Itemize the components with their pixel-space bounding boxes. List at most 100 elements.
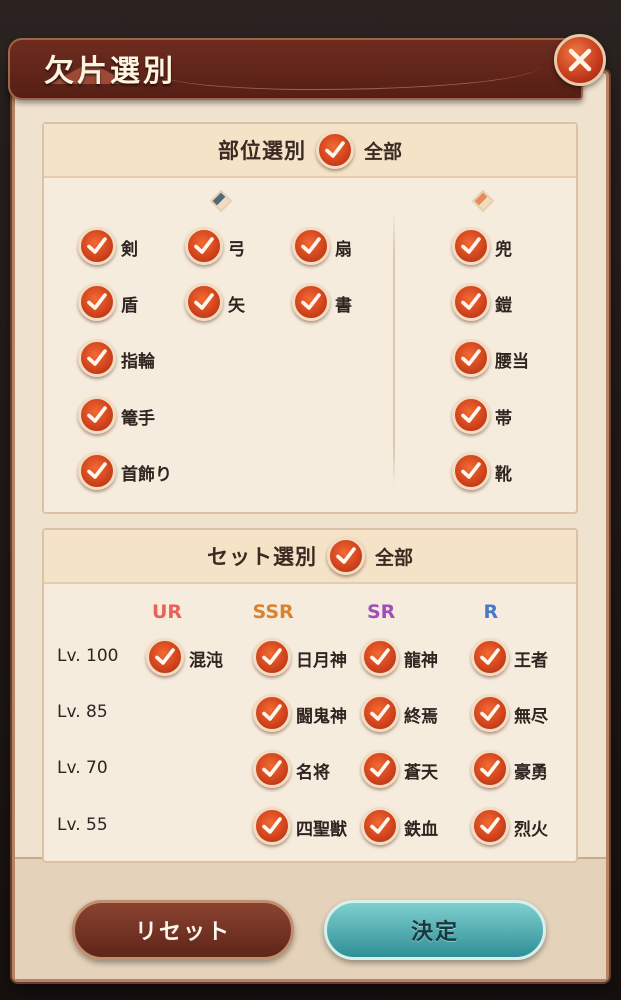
part-all-label: 全部 [363, 140, 402, 163]
checkmark-icon [370, 704, 390, 721]
armor-1-checkbox[interactable] [452, 283, 490, 321]
set-sr-1-checkbox[interactable] [361, 694, 399, 732]
checkmark-icon [325, 141, 345, 158]
checkmark-icon [87, 293, 107, 310]
weapon-4-label: 矢 [228, 296, 245, 316]
checkmark-icon [461, 293, 481, 310]
checkmark-icon [262, 648, 282, 665]
set-ssr-3-label: 四聖獣 [296, 820, 347, 840]
close-x-icon [568, 48, 592, 72]
weapon-5-checkbox[interactable] [292, 283, 330, 321]
set-all-checkbox[interactable] [326, 537, 365, 575]
rarity-ur-header: UR [152, 601, 183, 623]
armor-0-checkbox[interactable] [452, 227, 490, 265]
rarity-sr-header: SR [367, 601, 396, 623]
checkmark-icon [194, 237, 214, 254]
part-filter-title: 部位選別 [217, 139, 306, 163]
checkmark-icon [262, 704, 282, 721]
checkmark-icon [87, 406, 107, 423]
weapon-6-label: 指輪 [121, 352, 155, 372]
set-ssr-0-label: 日月神 [296, 651, 347, 671]
set-ssr-3-checkbox[interactable] [253, 807, 291, 845]
armor-0-label: 兜 [495, 240, 512, 260]
set-all-label: 全部 [374, 546, 413, 569]
weapon-0-label: 剣 [121, 240, 138, 260]
set-sr-2-label: 蒼天 [404, 763, 438, 783]
checkmark-icon [87, 237, 107, 254]
set-r-3-label: 烈火 [514, 820, 548, 840]
set-sr-1-label: 終焉 [404, 707, 438, 727]
reset-button[interactable]: リセット [72, 900, 294, 960]
set-r-1-checkbox[interactable] [471, 694, 509, 732]
armor-3-checkbox[interactable] [452, 396, 490, 434]
set-ssr-1-label: 闘鬼神 [296, 707, 347, 727]
weapon-2-checkbox[interactable] [292, 227, 330, 265]
checkmark-icon [461, 462, 481, 479]
level-label: Lv. 100 [57, 646, 119, 666]
level-label: Lv. 70 [57, 758, 108, 778]
set-sr-3-checkbox[interactable] [361, 807, 399, 845]
checkmark-icon [194, 293, 214, 310]
column-divider [393, 212, 395, 487]
part-all-checkbox[interactable] [315, 131, 354, 169]
weapon-3-label: 盾 [121, 296, 138, 316]
checkmark-icon [461, 237, 481, 254]
set-r-0-label: 王者 [514, 651, 548, 671]
checkmark-icon [480, 704, 500, 721]
weapon-3-checkbox[interactable] [78, 283, 116, 321]
set-sr-2-checkbox[interactable] [361, 750, 399, 788]
weapon-7-label: 篭手 [121, 409, 155, 429]
checkmark-icon [370, 817, 390, 834]
set-r-2-checkbox[interactable] [471, 750, 509, 788]
weapon-6-checkbox[interactable] [78, 339, 116, 377]
title-decoration [160, 50, 540, 90]
set-sr-0-label: 龍神 [404, 651, 438, 671]
rarity-r-header: R [483, 601, 499, 623]
set-r-0-checkbox[interactable] [471, 638, 509, 676]
weapon-8-checkbox[interactable] [78, 452, 116, 490]
set-ur-0-label: 混沌 [189, 651, 223, 671]
armor-2-label: 腰当 [495, 352, 529, 372]
set-r-2-label: 豪勇 [514, 763, 548, 783]
armor-4-label: 靴 [495, 465, 512, 485]
set-r-1-label: 無尽 [514, 707, 548, 727]
set-ssr-1-checkbox[interactable] [253, 694, 291, 732]
set-filter-title: セット選別 [206, 545, 317, 569]
checkmark-icon [480, 817, 500, 834]
rarity-ssr-header: SSR [252, 601, 294, 623]
set-r-3-checkbox[interactable] [471, 807, 509, 845]
weapon-5-label: 書 [335, 296, 352, 316]
checkmark-icon [370, 760, 390, 777]
confirm-button[interactable]: 決定 [324, 900, 546, 960]
checkmark-icon [262, 760, 282, 777]
checkmark-icon [461, 349, 481, 366]
checkmark-icon [262, 817, 282, 834]
weapon-0-checkbox[interactable] [78, 227, 116, 265]
set-ssr-0-checkbox[interactable] [253, 638, 291, 676]
set-ssr-2-checkbox[interactable] [253, 750, 291, 788]
armor-2-checkbox[interactable] [452, 339, 490, 377]
checkmark-icon [155, 648, 175, 665]
weapon-4-checkbox[interactable] [185, 283, 223, 321]
checkmark-icon [480, 760, 500, 777]
armor-4-checkbox[interactable] [452, 452, 490, 490]
checkmark-icon [461, 406, 481, 423]
weapon-2-label: 扇 [335, 240, 352, 260]
checkmark-icon [301, 237, 321, 254]
level-label: Lv. 85 [57, 702, 108, 722]
set-sr-3-label: 鉄血 [404, 820, 438, 840]
checkmark-icon [370, 648, 390, 665]
dialog-title: 欠片選別 [44, 54, 176, 89]
set-ur-0-checkbox[interactable] [146, 638, 184, 676]
checkmark-icon [87, 349, 107, 366]
checkmark-icon [301, 293, 321, 310]
level-label: Lv. 55 [57, 815, 108, 835]
set-sr-0-checkbox[interactable] [361, 638, 399, 676]
close-button[interactable] [554, 34, 606, 86]
weapon-1-checkbox[interactable] [185, 227, 223, 265]
weapon-7-checkbox[interactable] [78, 396, 116, 434]
weapon-8-label: 首飾り [121, 465, 172, 485]
set-ssr-2-label: 名将 [296, 763, 330, 783]
checkmark-icon [87, 462, 107, 479]
checkmark-icon [336, 547, 356, 564]
